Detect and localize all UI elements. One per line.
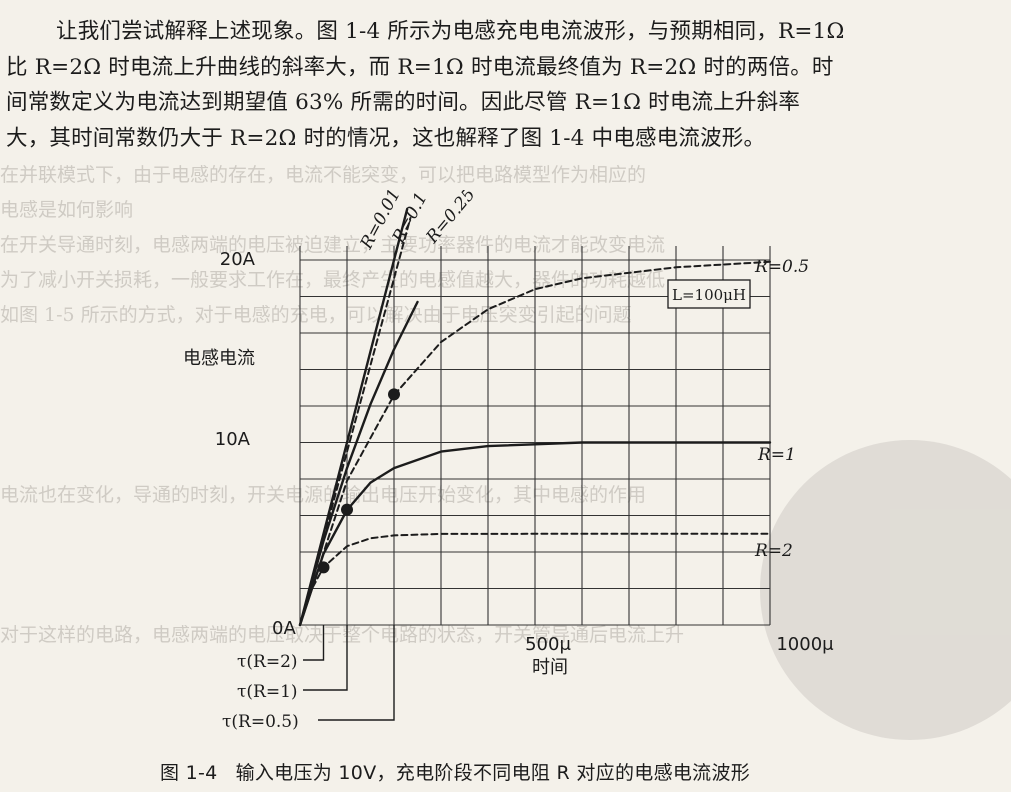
tau-label-r1: τ(R=1) [237,682,298,702]
inductor-value: L=100μH [672,286,746,304]
tau-leader-line [303,625,325,661]
body-paragraph: 让我们尝试解释上述现象。图 1-4 所示为电感充电电流波形，与预期相同，R=1Ω… [6,14,1002,156]
label-r2: R=2 [754,541,793,561]
label-r1: R=1 [757,445,796,465]
tau-dot [317,561,330,574]
tau-leader-line [303,625,348,691]
paragraph-line: 让我们尝试解释上述现象。图 1-4 所示为电感充电电流波形，与预期相同，R=1Ω [56,19,845,44]
label-r05: R=0.5 [754,257,809,277]
tau-label-r05: τ(R=0.5) [222,712,299,732]
y-tick-0: 0A [272,618,296,639]
tau-leader-line [318,625,395,721]
tau-dot [341,503,353,516]
x-tick-1000: 1000μ [776,634,834,655]
paragraph-line: 比 R=2Ω 时电流上升曲线的斜率大，而 R=1Ω 时电流最终值为 R=2Ω 时… [6,54,834,80]
paragraph-line: 大，其时间常数仍大于 R=2Ω 时的情况，这也解释了图 1-4 中电感电流波形。 [6,125,766,151]
inductor-current-chart: 20A 10A 0A 500μ 1000μ 电感电流 时间 R=0.01 R=0… [183,190,834,732]
tau-label-r2: τ(R=2) [237,652,298,672]
paragraph-line: 间常数定义为电流达到期望值 63% 所需的时间。因此尽管 R=1Ω 时电流上升斜… [6,90,801,115]
caption-text: 输入电压为 10V，充电阶段不同电阻 R 对应的电感电流波形 [235,762,751,784]
y-tick-10: 10A [215,429,251,450]
page: 在并联模式下，由于电感的存在，电流不能突变，可以把电路模型作为相应的 电感是如何… [0,0,1011,792]
bleed-text: 在并联模式下，由于电感的存在，电流不能突变，可以把电路模型作为相应的 [0,164,647,186]
caption-number: 图 1-4 [160,762,218,784]
figure-caption: 图 1-4 输入电压为 10V，充电阶段不同电阻 R 对应的电感电流波形 [160,758,750,785]
x-tick-500: 500μ [525,634,571,655]
tau-dot [388,388,400,401]
y-axis-label: 电感电流 [183,348,255,369]
y-tick-20: 20A [220,249,256,270]
x-axis-label: 时间 [532,657,568,678]
